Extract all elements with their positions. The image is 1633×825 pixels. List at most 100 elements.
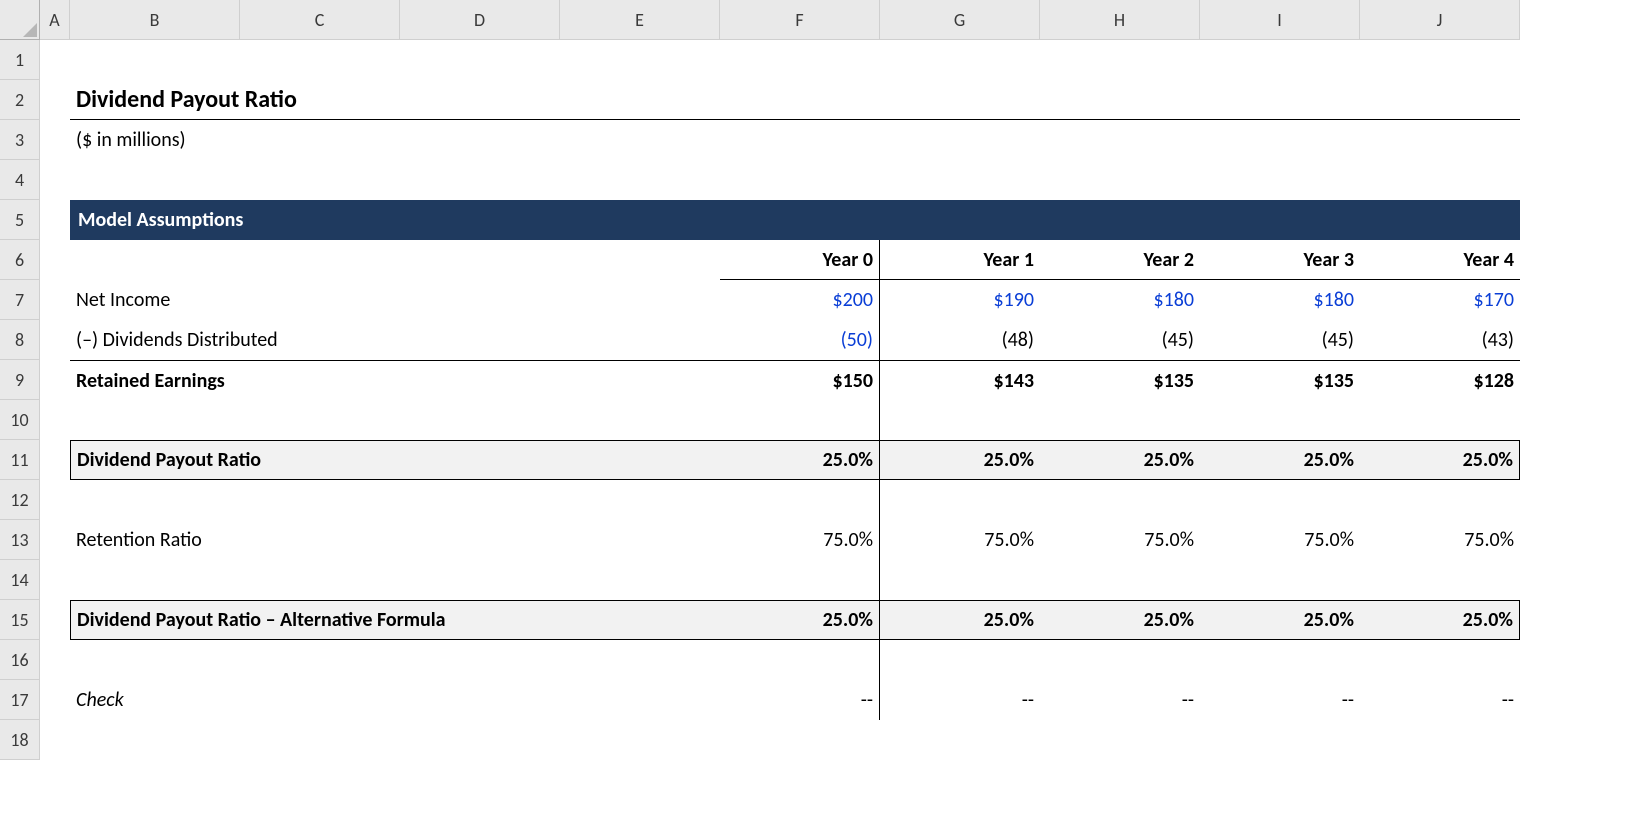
- net-income-y1[interactable]: $190: [880, 280, 1040, 320]
- cell-A17[interactable]: [40, 680, 70, 720]
- cell-I10[interactable]: [1200, 400, 1360, 440]
- cell-H14[interactable]: [1040, 560, 1200, 600]
- cell-G14[interactable]: [880, 560, 1040, 600]
- row-header-18[interactable]: 18: [0, 720, 40, 760]
- dividends-y3[interactable]: (45): [1200, 320, 1360, 360]
- cell-F1[interactable]: [720, 40, 880, 80]
- cell-A2[interactable]: [40, 80, 70, 120]
- cell-H16[interactable]: [1040, 640, 1200, 680]
- payout-y4[interactable]: 25.0%: [1360, 440, 1520, 480]
- dividends-y1[interactable]: (48): [880, 320, 1040, 360]
- payout-label[interactable]: Dividend Payout Ratio: [70, 440, 720, 480]
- retention-y3[interactable]: 75.0%: [1200, 520, 1360, 560]
- cell-G10[interactable]: [880, 400, 1040, 440]
- cell-row12-left[interactable]: [70, 480, 720, 520]
- row-header-2[interactable]: 2: [0, 80, 40, 120]
- cell-G1[interactable]: [880, 40, 1040, 80]
- cell-J14[interactable]: [1360, 560, 1520, 600]
- retention-y0[interactable]: 75.0%: [720, 520, 880, 560]
- cell-A8[interactable]: [40, 320, 70, 360]
- cell-A10[interactable]: [40, 400, 70, 440]
- cell-H10[interactable]: [1040, 400, 1200, 440]
- retention-y1[interactable]: 75.0%: [880, 520, 1040, 560]
- cell-I1[interactable]: [1200, 40, 1360, 80]
- retained-y4[interactable]: $128: [1360, 360, 1520, 400]
- cell-A18[interactable]: [40, 720, 70, 760]
- cell-G12[interactable]: [880, 480, 1040, 520]
- retained-y1[interactable]: $143: [880, 360, 1040, 400]
- cell-J1[interactable]: [1360, 40, 1520, 80]
- payout-y3[interactable]: 25.0%: [1200, 440, 1360, 480]
- check-label[interactable]: Check: [70, 680, 720, 720]
- year-1-header[interactable]: Year 1: [880, 240, 1040, 280]
- net-income-y3[interactable]: $180: [1200, 280, 1360, 320]
- check-y3[interactable]: --: [1200, 680, 1360, 720]
- dividends-y0[interactable]: (50): [720, 320, 880, 360]
- cell-A5[interactable]: [40, 200, 70, 240]
- col-header-J[interactable]: J: [1360, 0, 1520, 40]
- cell-A12[interactable]: [40, 480, 70, 520]
- row-header-8[interactable]: 8: [0, 320, 40, 360]
- cell-A14[interactable]: [40, 560, 70, 600]
- check-y1[interactable]: --: [880, 680, 1040, 720]
- spreadsheet-grid[interactable]: A B C D E F G H I J 1 2 Dividend Payout …: [0, 0, 1633, 760]
- col-header-F[interactable]: F: [720, 0, 880, 40]
- year-2-header[interactable]: Year 2: [1040, 240, 1200, 280]
- retention-y4[interactable]: 75.0%: [1360, 520, 1520, 560]
- net-income-y2[interactable]: $180: [1040, 280, 1200, 320]
- row-header-7[interactable]: 7: [0, 280, 40, 320]
- cell-A7[interactable]: [40, 280, 70, 320]
- row-header-16[interactable]: 16: [0, 640, 40, 680]
- cell-C6[interactable]: [240, 240, 400, 280]
- check-y4[interactable]: --: [1360, 680, 1520, 720]
- cell-H12[interactable]: [1040, 480, 1200, 520]
- dividends-label[interactable]: (–) Dividends Distributed: [70, 320, 720, 360]
- row-header-9[interactable]: 9: [0, 360, 40, 400]
- cell-B6[interactable]: [70, 240, 240, 280]
- row-header-12[interactable]: 12: [0, 480, 40, 520]
- cell-row16-left[interactable]: [70, 640, 720, 680]
- check-y0[interactable]: --: [720, 680, 880, 720]
- col-header-I[interactable]: I: [1200, 0, 1360, 40]
- col-header-A[interactable]: A: [40, 0, 70, 40]
- cell-I16[interactable]: [1200, 640, 1360, 680]
- cell-row18[interactable]: [70, 720, 1520, 760]
- net-income-y4[interactable]: $170: [1360, 280, 1520, 320]
- cell-J10[interactable]: [1360, 400, 1520, 440]
- year-0-header[interactable]: Year 0: [720, 240, 880, 280]
- payout-alt-y1[interactable]: 25.0%: [880, 600, 1040, 640]
- cell-F10[interactable]: [720, 400, 880, 440]
- payout-alt-y2[interactable]: 25.0%: [1040, 600, 1200, 640]
- row-header-10[interactable]: 10: [0, 400, 40, 440]
- payout-alt-y4[interactable]: 25.0%: [1360, 600, 1520, 640]
- net-income-y0[interactable]: $200: [720, 280, 880, 320]
- row-header-17[interactable]: 17: [0, 680, 40, 720]
- col-header-B[interactable]: B: [70, 0, 240, 40]
- row-header-3[interactable]: 3: [0, 120, 40, 160]
- row-header-5[interactable]: 5: [0, 200, 40, 240]
- cell-J16[interactable]: [1360, 640, 1520, 680]
- row-header-6[interactable]: 6: [0, 240, 40, 280]
- page-title[interactable]: Dividend Payout Ratio: [70, 80, 1520, 120]
- col-header-C[interactable]: C: [240, 0, 400, 40]
- dividends-y4[interactable]: (43): [1360, 320, 1520, 360]
- cell-F14[interactable]: [720, 560, 880, 600]
- row-header-11[interactable]: 11: [0, 440, 40, 480]
- cell-E1[interactable]: [560, 40, 720, 80]
- cell-A6[interactable]: [40, 240, 70, 280]
- retained-y3[interactable]: $135: [1200, 360, 1360, 400]
- col-header-E[interactable]: E: [560, 0, 720, 40]
- payout-y1[interactable]: 25.0%: [880, 440, 1040, 480]
- payout-alt-y3[interactable]: 25.0%: [1200, 600, 1360, 640]
- payout-alt-label[interactable]: Dividend Payout Ratio – Alternative Form…: [70, 600, 720, 640]
- retained-label[interactable]: Retained Earnings: [70, 360, 720, 400]
- cell-A4[interactable]: [40, 160, 70, 200]
- net-income-label[interactable]: Net Income: [70, 280, 720, 320]
- cell-E6[interactable]: [560, 240, 720, 280]
- cell-A11[interactable]: [40, 440, 70, 480]
- cell-H1[interactable]: [1040, 40, 1200, 80]
- cell-I12[interactable]: [1200, 480, 1360, 520]
- cell-F16[interactable]: [720, 640, 880, 680]
- cell-row14-left[interactable]: [70, 560, 720, 600]
- cell-A13[interactable]: [40, 520, 70, 560]
